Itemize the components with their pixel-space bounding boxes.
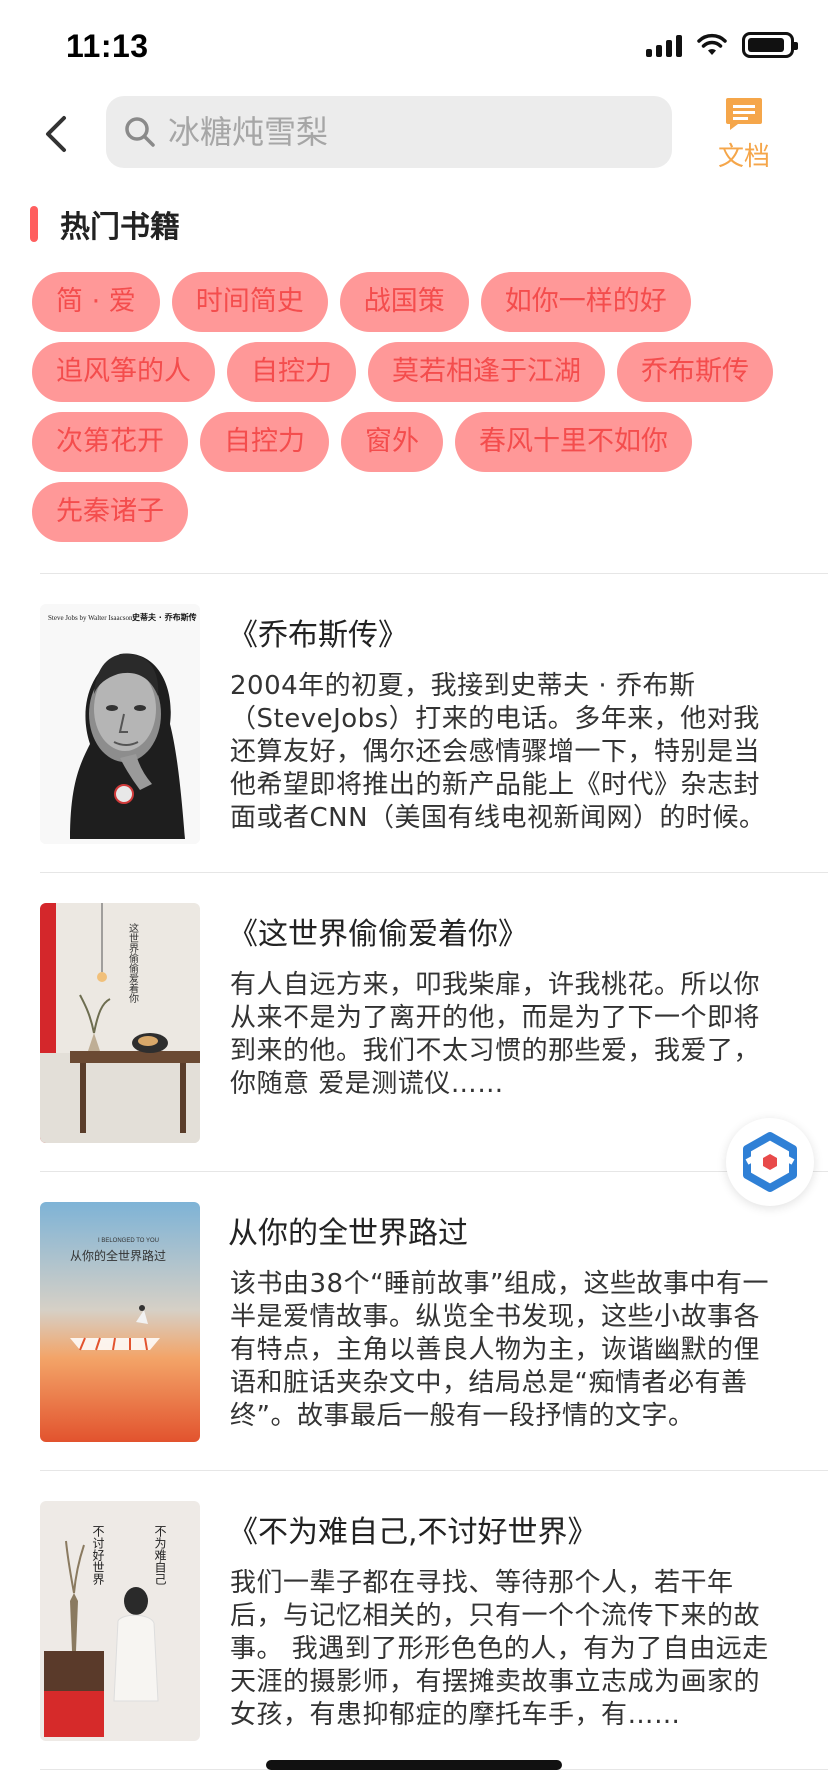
hot-books-title: 热门书籍 xyxy=(60,210,180,245)
book-item[interactable]: 这世界偷偷爱着你 《这世界偷偷爱着你》 有人自远方来，叩我柴扉，许我桃花。所以你… xyxy=(40,873,828,1172)
book-list: Steve Jobs by Walter Isaacson 史蒂夫 · 乔布斯传… xyxy=(40,573,828,1770)
book-tag[interactable]: 追风筝的人 xyxy=(32,342,215,402)
floating-action-button[interactable] xyxy=(726,1118,814,1206)
book-tag[interactable]: 如你一样的好 xyxy=(480,272,691,332)
book-tag[interactable]: 乔布斯传 xyxy=(617,342,773,402)
cover-subtitle: I BELONGED TO YOU xyxy=(98,1238,159,1244)
book-tag[interactable]: 战国策 xyxy=(339,272,469,332)
book-cover: 这世界偷偷爱着你 xyxy=(40,903,200,1143)
status-time: 11:13 xyxy=(66,28,149,64)
book-tag[interactable]: 自控力 xyxy=(200,412,329,472)
book-cover-art: I BELONGED TO YOU 从你的全世界路过 xyxy=(40,1202,200,1442)
book-description: 2004年的初夏，我接到史蒂夫 · 乔布斯（SteveJobs）打来的电话。多年… xyxy=(230,671,766,833)
book-title: 《乔布斯传》 xyxy=(228,618,408,653)
document-button-label: 文档 xyxy=(717,142,770,172)
cover-title-en: Steve Jobs by Walter Isaacson xyxy=(48,614,133,622)
hot-book-tags: 简 · 爱 时间简史 战国策 如你一样的好 追风筝的人 自控力 莫若相逢于江湖 … xyxy=(32,272,812,542)
book-item[interactable]: I BELONGED TO YOU 从你的全世界路过 从你的全世界路过 该书由3… xyxy=(40,1172,828,1471)
book-item[interactable]: Steve Jobs by Walter Isaacson 史蒂夫 · 乔布斯传… xyxy=(40,574,828,873)
search-input[interactable] xyxy=(168,113,648,151)
document-icon xyxy=(726,98,762,130)
book-tag[interactable]: 时间简史 xyxy=(171,272,328,332)
book-cover-art: 这世界偷偷爱着你 xyxy=(40,903,200,1143)
hexagon-logo-icon xyxy=(743,1132,797,1192)
search-nav-bar: 文档 xyxy=(0,96,828,176)
book-cover: 不为难自己 不讨好世界 xyxy=(40,1501,200,1741)
book-tag[interactable]: 自控力 xyxy=(227,342,356,402)
book-tag[interactable]: 春风十里不如你 xyxy=(455,412,692,472)
chevron-left-icon xyxy=(46,116,66,152)
status-bar: 11:13 xyxy=(0,0,828,100)
book-tag[interactable]: 窗外 xyxy=(341,412,443,472)
cover-title-1: 不为难自己 xyxy=(153,1525,167,1585)
search-box[interactable] xyxy=(106,96,672,168)
book-description: 有人自远方来，叩我柴扉，许我桃花。所以你从来不是为了离开的他，而是为了下一个即将… xyxy=(230,970,761,1099)
wifi-icon xyxy=(697,33,727,55)
hot-books-header: 热门书籍 xyxy=(30,202,180,246)
book-title: 《不为难自己,不讨好世界》 xyxy=(228,1515,598,1550)
book-title: 从你的全世界路过 xyxy=(228,1216,468,1251)
back-button[interactable] xyxy=(36,110,80,158)
cover-title-2: 不讨好世界 xyxy=(91,1525,105,1586)
book-tag[interactable]: 先秦诸子 xyxy=(32,482,188,542)
status-icons xyxy=(646,32,798,58)
signal-icon xyxy=(646,33,682,57)
book-description: 我们一辈子都在寻找、等待那个人，若干年后，与记忆相关的，只有一个个流传下来的故事… xyxy=(230,1568,769,1730)
book-tag[interactable]: 次第花开 xyxy=(32,412,188,472)
cover-title: 从你的全世界路过 xyxy=(70,1248,166,1263)
cover-title-cn: 史蒂夫 · 乔布斯传 xyxy=(132,612,197,622)
book-cover: Steve Jobs by Walter Isaacson 史蒂夫 · 乔布斯传 xyxy=(40,604,200,844)
book-tag[interactable]: 简 · 爱 xyxy=(32,272,160,332)
book-cover-art: 不为难自己 不讨好世界 xyxy=(40,1501,200,1741)
book-item[interactable]: 不为难自己 不讨好世界 《不为难自己,不讨好世界》 我们一辈子都在寻找、等待那个… xyxy=(40,1471,828,1770)
book-tag[interactable]: 莫若相逢于江湖 xyxy=(368,342,605,402)
cover-title: 这世界偷偷爱着你 xyxy=(127,922,139,1003)
battery-icon xyxy=(742,32,798,58)
book-cover-art: Steve Jobs by Walter Isaacson 史蒂夫 · 乔布斯传 xyxy=(40,604,200,844)
book-title: 《这世界偷偷爱着你》 xyxy=(228,917,528,952)
book-description: 该书由38个“睡前故事”组成，这些故事中有一半是爱情故事。纵览全书发现，这些小故… xyxy=(230,1269,770,1431)
search-icon xyxy=(125,117,155,147)
section-accent-bar xyxy=(30,206,38,242)
document-button[interactable]: 文档 xyxy=(706,96,782,176)
home-indicator xyxy=(266,1760,562,1770)
book-cover: I BELONGED TO YOU 从你的全世界路过 xyxy=(40,1202,200,1442)
